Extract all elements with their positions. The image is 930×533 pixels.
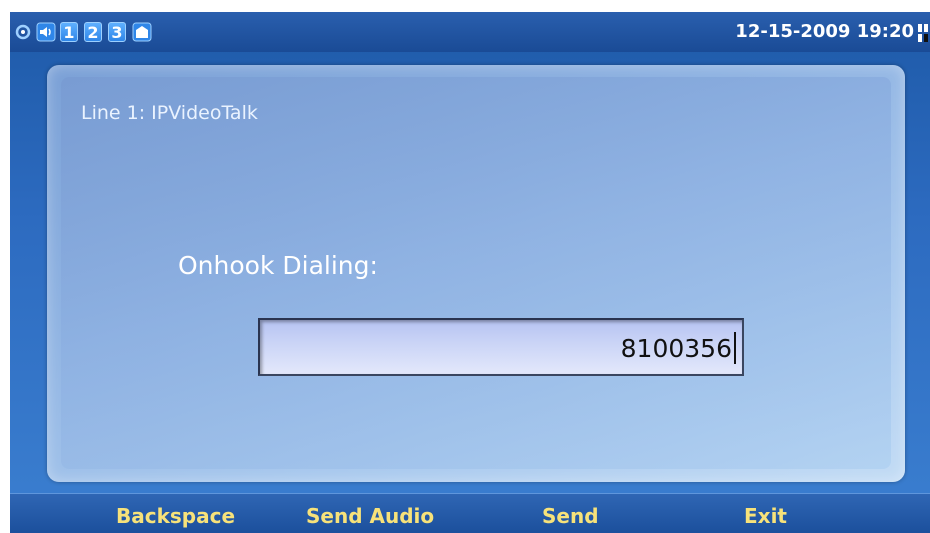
line-2-key-icon[interactable]: 2 <box>84 22 102 42</box>
dialing-title: Onhook Dialing: <box>178 251 378 280</box>
send-button[interactable]: Send <box>542 503 599 529</box>
line-1-key-icon[interactable]: 1 <box>60 22 78 42</box>
exit-button[interactable]: Exit <box>744 503 787 529</box>
date-time: 12-15-2009 19:20 <box>735 21 914 42</box>
softkey-bar: Backspace Send Audio Send Exit <box>10 493 930 533</box>
line-label: Line 1: IPVideoTalk <box>81 102 258 124</box>
line-3-key-icon[interactable]: 3 <box>108 22 126 42</box>
message-icon <box>132 22 152 42</box>
dial-number-value: 8100356 <box>620 334 732 363</box>
phone-screen: 1 2 3 12-15-2009 19:20 Line 1: IPVideoTa… <box>10 12 930 533</box>
dialing-panel-content: Line 1: IPVideoTalk Onhook Dialing: 8100… <box>61 77 891 469</box>
volume-icon <box>36 22 56 42</box>
battery-icon <box>918 24 928 42</box>
text-caret <box>734 332 736 364</box>
status-bar: 1 2 3 12-15-2009 19:20 <box>10 12 930 52</box>
network-icon <box>15 24 31 40</box>
dial-number-input[interactable]: 8100356 <box>258 318 744 376</box>
send-audio-button[interactable]: Send Audio <box>306 503 434 529</box>
dialing-panel: Line 1: IPVideoTalk Onhook Dialing: 8100… <box>47 65 905 482</box>
backspace-button[interactable]: Backspace <box>116 503 235 529</box>
